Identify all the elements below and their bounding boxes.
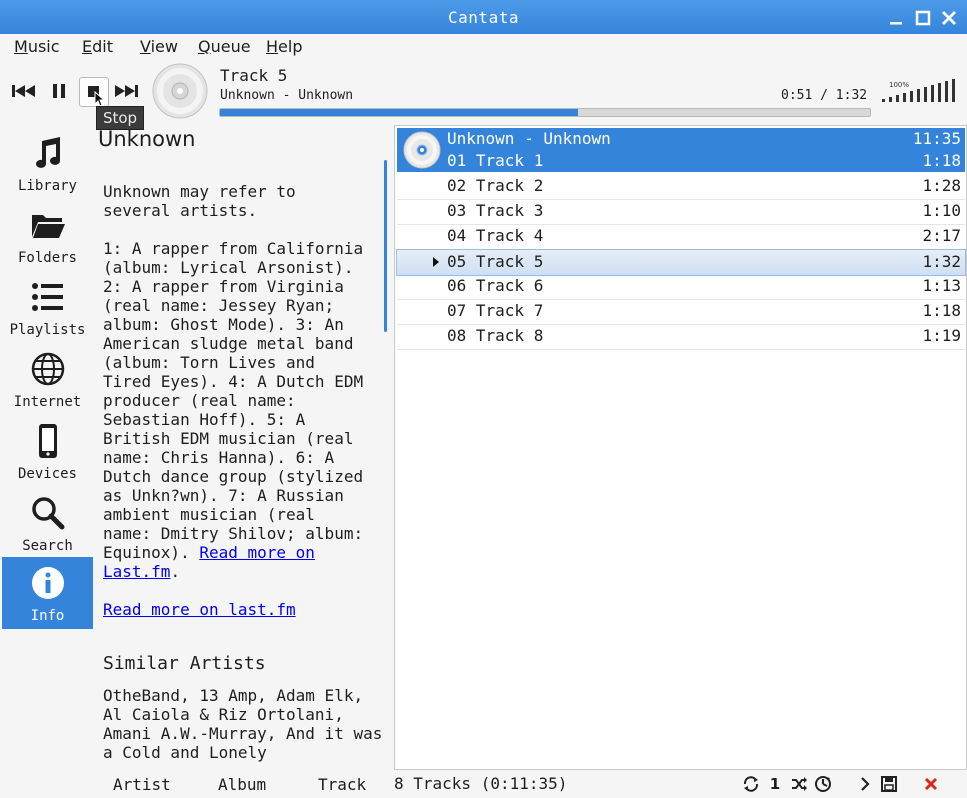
now-playing-artist: Unknown - Unknown: [220, 88, 354, 103]
menu-music[interactable]: Music: [14, 37, 60, 56]
queue-summary: 8 Tracks (0:11:35): [394, 774, 568, 793]
menu-edit[interactable]: Edit: [82, 37, 113, 56]
chevron-right-icon[interactable]: [856, 775, 874, 793]
track-row[interactable]: 06 Track 6 1:13: [397, 274, 965, 300]
save-icon[interactable]: [880, 775, 898, 793]
stop-button[interactable]: [79, 77, 109, 107]
window-title: Cantata: [448, 8, 519, 27]
volume-slider[interactable]: [880, 78, 960, 104]
maximize-icon[interactable]: [914, 9, 932, 27]
menu-queue[interactable]: Queue: [198, 37, 251, 56]
menu-bar: Music Edit View Queue Help: [0, 34, 967, 60]
sidebar: Library Folders Playlists Internet Devic…: [2, 127, 93, 637]
similar-artists-heading: Similar Artists: [103, 653, 266, 674]
sidebar-item-info[interactable]: Info: [2, 557, 93, 629]
similar-artists-list: OtheBand, 13 Amp, Adam Elk, Al Caiola & …: [103, 686, 383, 762]
playing-indicator-icon: [433, 257, 439, 267]
seek-slider[interactable]: [219, 108, 871, 117]
list-icon: [32, 283, 63, 311]
breadcrumb-album[interactable]: Album: [218, 775, 266, 794]
menu-help[interactable]: Help: [266, 37, 302, 56]
play-queue: Unknown - Unknown 11:35 01 Track 1 1:18 …: [394, 125, 967, 770]
track-row[interactable]: 02 Track 2 1:28: [397, 174, 965, 200]
globe-icon: [31, 352, 65, 386]
title-bar: Cantata: [0, 0, 967, 34]
info-panel: Unknown Unknown may refer to several art…: [93, 127, 383, 767]
phone-icon: [39, 424, 57, 458]
sidebar-item-library[interactable]: Library: [2, 127, 93, 199]
mouse-cursor-icon: [94, 91, 106, 107]
track-row-playing[interactable]: 05 Track 5 1:32: [396, 249, 966, 276]
sidebar-item-folders[interactable]: Folders: [2, 199, 93, 271]
track-row[interactable]: 03 Track 3 1:10: [397, 199, 965, 225]
consume-icon[interactable]: [814, 775, 832, 793]
sidebar-item-internet[interactable]: Internet: [2, 343, 93, 415]
status-bar: Artist Album Track 8 Tracks (0:11:35) 1: [0, 770, 967, 798]
track-row[interactable]: 04 Track 4 2:17: [397, 224, 965, 250]
album-cover-icon: [152, 63, 208, 119]
close-icon[interactable]: [940, 9, 958, 27]
album-duration: 11:35: [912, 129, 961, 148]
sidebar-item-devices[interactable]: Devices: [2, 415, 93, 487]
track-row[interactable]: 01 Track 1 1:18: [397, 149, 965, 174]
repeat-icon[interactable]: [742, 775, 760, 793]
clear-queue-icon[interactable]: [922, 775, 940, 793]
breadcrumb-artist[interactable]: Artist: [113, 775, 171, 794]
sidebar-item-playlists[interactable]: Playlists: [2, 271, 93, 343]
single-mode-toggle[interactable]: 1: [766, 775, 784, 793]
info-icon: [32, 567, 64, 599]
playback-time: 0:51 / 1:32: [781, 88, 868, 103]
track-row[interactable]: 08 Track 8 1:19: [397, 324, 965, 350]
read-more-lastfm-link[interactable]: Read more on last.fm: [103, 600, 296, 619]
info-scrollbar[interactable]: [384, 160, 387, 332]
artist-heading: Unknown: [98, 127, 196, 151]
breadcrumb-track[interactable]: Track: [318, 775, 366, 794]
next-track-icon[interactable]: [112, 78, 140, 104]
menu-view[interactable]: View: [140, 37, 178, 56]
search-icon: [32, 497, 65, 530]
music-note-icon: [36, 137, 60, 168]
previous-track-icon[interactable]: [10, 78, 38, 104]
seek-progress-fill: [220, 109, 578, 116]
sidebar-item-search[interactable]: Search: [2, 487, 93, 559]
album-title: Unknown - Unknown: [447, 129, 611, 148]
track-row[interactable]: 07 Track 7 1:18: [397, 299, 965, 325]
pause-icon[interactable]: [45, 78, 73, 104]
now-playing-title: Track 5: [220, 66, 288, 85]
minimize-icon[interactable]: [887, 9, 905, 27]
shuffle-icon[interactable]: [790, 775, 808, 793]
folder-icon: [32, 215, 65, 238]
artist-bio: Unknown may refer to several artists. 1:…: [103, 182, 364, 581]
